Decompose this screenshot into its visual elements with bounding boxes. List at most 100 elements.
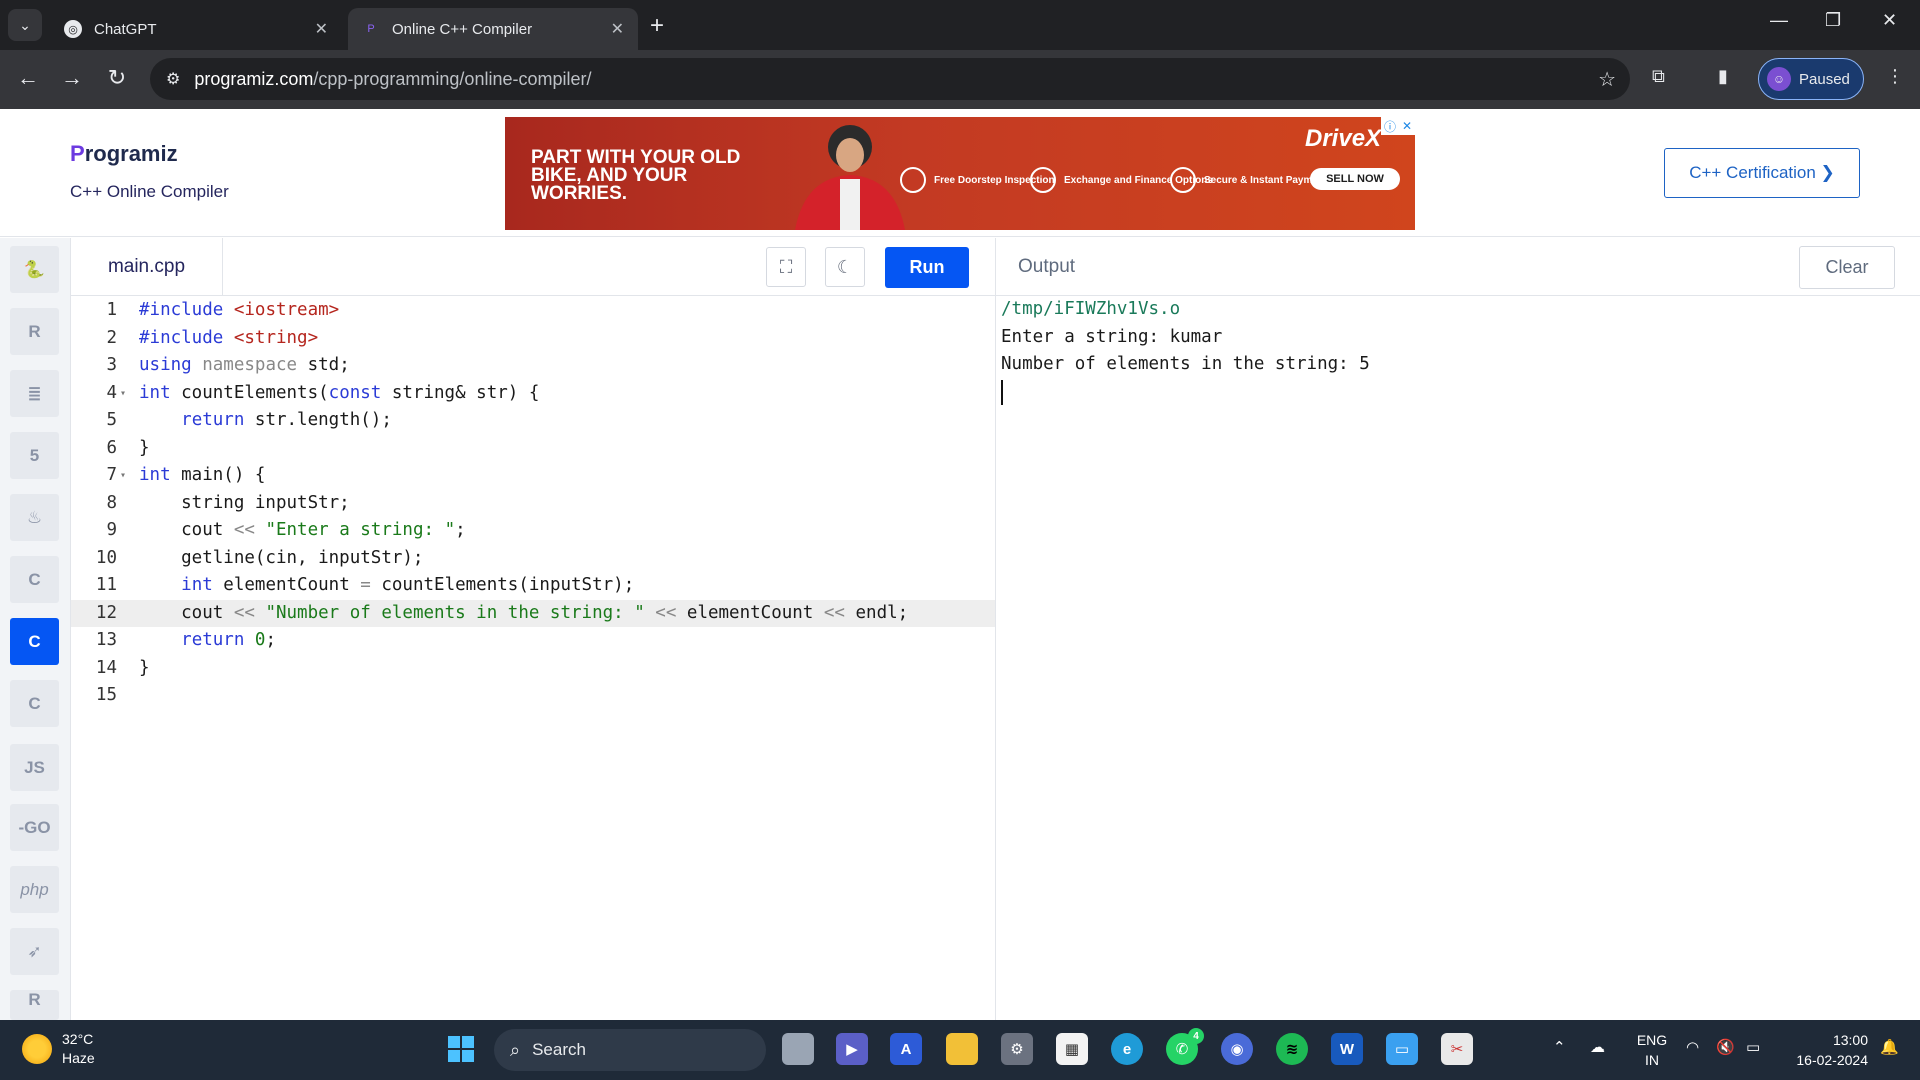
chevron-down-icon: ⌄ [19,16,31,33]
back-icon[interactable]: ← [14,65,42,91]
code-editor[interactable]: 1 #include <iostream> 2 #include <string> 3 u… [71,296,995,1020]
clock[interactable]: 13:00 16-02-2024 [1784,1030,1868,1070]
advertisement-banner[interactable]: PART WITH YOUR OLD BIKE, AND YOUR WORRIE… [505,117,1415,230]
swift-icon[interactable]: ➶ [10,928,59,975]
programiz-logo[interactable]: Programiz [70,141,178,167]
minimize-icon[interactable]: — [1770,10,1788,31]
settings-icon[interactable]: ⚙ [1001,1033,1033,1065]
code-line[interactable]: 12 cout << "Number of elements in the st… [71,599,995,627]
task-view-icon[interactable] [782,1033,814,1065]
browser-toolbar: ← → ↻ ⚙ programiz.com/cpp-programming/on… [0,50,1920,109]
line-number: 7 [106,465,117,485]
snipping-tool-icon[interactable]: ✂ [1441,1033,1473,1065]
window-close-icon[interactable]: ✕ [1882,10,1897,31]
code-line[interactable]: 8 string inputStr; [71,490,995,518]
inspection-icon [900,167,926,193]
extensions-icon[interactable]: ⧉ [1652,66,1665,87]
show-hidden-icons-icon[interactable]: ⌃ [1553,1038,1566,1056]
html-icon[interactable]: 5 [10,432,59,479]
notification-bell-icon[interactable]: 🔔 [1880,1038,1899,1056]
output-line: Enter a string: kumar [1001,326,1223,347]
fold-toggle-icon[interactable]: ▾ [120,380,126,408]
windows-start-icon[interactable] [445,1033,477,1065]
line-number: 11 [95,575,117,595]
rust-icon[interactable]: R [10,990,59,1020]
c-icon[interactable]: C [10,556,59,603]
clear-button[interactable]: Clear [1799,246,1895,289]
java-icon[interactable]: ♨ [10,494,59,541]
ad-close-icon[interactable]: ⓘ ✕ [1381,117,1415,135]
python-icon[interactable]: 🐍 [10,246,59,293]
side-panel-icon[interactable]: ▮ [1718,66,1728,87]
dark-mode-icon[interactable]: ☾ [825,247,865,287]
editor-app-icon[interactable]: A [890,1033,922,1065]
code-line[interactable]: 14} [71,655,995,683]
close-icon[interactable]: ✕ [611,19,624,39]
csharp-icon[interactable]: C [10,680,59,727]
teams-icon[interactable]: ▶ [836,1033,868,1065]
code-text: } [139,437,150,458]
notepad-icon[interactable]: ▭ [1386,1033,1418,1065]
taskbar-search[interactable]: ⌕ Search [494,1029,766,1071]
code-line[interactable]: 5 return str.length(); [71,407,995,435]
store-icon[interactable]: ▦ [1056,1033,1088,1065]
ad-feature: Secure & Instant Payment [1170,167,1327,193]
tab-search-button[interactable]: ⌄ [8,9,42,41]
line-number: 15 [95,685,117,705]
file-explorer-icon[interactable] [946,1033,978,1065]
file-tab-main-cpp[interactable]: main.cpp [71,238,223,295]
word-icon[interactable]: W [1331,1033,1363,1065]
code-line[interactable]: 7 ▾ int main() { [71,462,995,490]
profile-button[interactable]: ☺ Paused [1758,58,1864,100]
code-text: getline(cin, inputStr); [139,547,424,568]
code-line[interactable]: 13 return 0; [71,627,995,655]
chrome-icon[interactable]: ◉ [1221,1033,1253,1065]
weather-widget[interactable]: 32°C Haze [22,1030,95,1068]
code-text: using namespace std; [139,355,350,375]
code-line[interactable]: 4 ▾ int countElements(const string& str) { [71,380,995,408]
code-line[interactable]: 3 using namespace std; [71,352,995,380]
more-menu-icon[interactable]: ⋮ [1886,66,1904,87]
cpp-icon[interactable]: C [10,618,59,665]
run-button[interactable]: Run [885,247,969,288]
sql-icon[interactable]: ≣ [10,370,59,417]
code-line[interactable]: 9 cout << "Enter a string: "; [71,517,995,545]
output-console[interactable]: /tmp/iFIWZhv1Vs.o Enter a string: kumar … [995,296,1920,1020]
fullscreen-icon[interactable]: ⛶ [766,247,806,287]
mute-icon[interactable]: 🔇 [1716,1038,1735,1056]
ad-sell-now-button[interactable]: SELL NOW [1310,168,1400,190]
onedrive-icon[interactable]: ☁ [1590,1038,1605,1056]
tab-online-compiler[interactable]: P Online C++ Compiler ✕ [348,8,638,50]
r-icon[interactable]: R [10,308,59,355]
reload-icon[interactable]: ↻ [103,65,131,91]
forward-icon[interactable]: → [58,65,86,91]
wifi-icon[interactable]: ◠ [1686,1038,1699,1056]
go-icon[interactable]: -GO [10,804,59,851]
code-line[interactable]: 15 [71,682,995,710]
bookmark-star-icon[interactable]: ☆ [1598,67,1616,92]
address-bar[interactable]: ⚙ programiz.com/cpp-programming/online-c… [150,58,1630,100]
fold-toggle-icon[interactable]: ▾ [120,462,126,490]
code-line[interactable]: 6} [71,435,995,463]
code-line[interactable]: 10 getline(cin, inputStr); [71,545,995,573]
input-language[interactable]: ENG IN [1632,1030,1672,1070]
site-info-icon[interactable]: ⚙ [166,69,180,89]
cpp-certification-button[interactable]: C++ Certification ❯ [1664,148,1860,198]
code-line[interactable]: 11 int elementCount = countElements(inpu… [71,572,995,600]
tab-chatgpt[interactable]: ◎ ChatGPT ✕ [50,8,342,50]
close-icon[interactable]: ✕ [315,19,328,39]
restore-icon[interactable]: ❐ [1825,10,1841,31]
line-number: 3 [106,355,117,375]
code-line[interactable]: 1 #include <iostream> [71,297,995,325]
code-line[interactable]: 2 #include <string> [71,325,995,353]
new-tab-button[interactable]: + [650,12,664,40]
edge-icon[interactable]: e [1111,1033,1143,1065]
code-text: int main() { [139,465,266,485]
spotify-icon[interactable]: ≋ [1276,1033,1308,1065]
weather-condition: Haze [62,1050,95,1066]
ad-brand: DriveX [1305,125,1382,152]
line-number: 6 [106,437,117,458]
js-icon[interactable]: JS [10,744,59,791]
battery-icon[interactable]: ▭ [1746,1038,1760,1056]
php-icon[interactable]: php [10,866,59,913]
